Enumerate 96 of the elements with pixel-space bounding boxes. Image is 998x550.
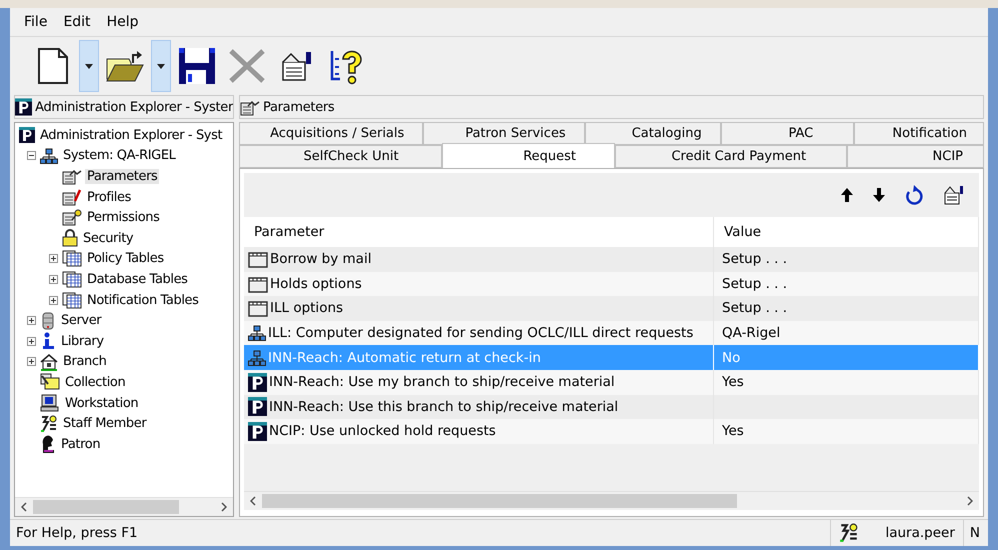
tab[interactable]: Credit Card Payment bbox=[615, 145, 848, 168]
table-icon bbox=[62, 270, 82, 288]
expander-icon[interactable] bbox=[49, 274, 58, 284]
expander-icon[interactable] bbox=[27, 357, 36, 366]
expander-icon[interactable] bbox=[49, 254, 58, 264]
tree-item[interactable]: Workstation bbox=[63, 396, 140, 411]
table-cell: INN-Reach: Use my branch to ship/receive material bbox=[269, 374, 615, 390]
pane-title: Parameters bbox=[263, 100, 334, 114]
expander-icon[interactable] bbox=[27, 336, 36, 346]
tree-item[interactable]: Staff Member bbox=[61, 416, 148, 432]
caret-icon bbox=[157, 64, 165, 68]
lock-icon bbox=[62, 229, 78, 248]
tree-item[interactable]: Server bbox=[59, 313, 104, 328]
tree-item[interactable]: Permissions bbox=[85, 210, 162, 226]
menu-item[interactable]: Edit bbox=[57, 12, 97, 32]
p-logo-icon bbox=[248, 372, 267, 392]
table-cell: Setup . . . bbox=[722, 251, 788, 268]
expander-icon[interactable] bbox=[49, 296, 58, 305]
table-cell: Holds options bbox=[270, 276, 362, 292]
p-logo-icon bbox=[248, 397, 267, 416]
tree-item[interactable]: Policy Tables bbox=[85, 251, 166, 266]
tree-item[interactable]: Database Tables bbox=[85, 272, 190, 287]
tree-item[interactable]: Library bbox=[59, 334, 106, 349]
tree-item[interactable]: Patron bbox=[59, 436, 102, 452]
p-logo-icon bbox=[248, 422, 267, 441]
tree-item[interactable]: Notification Tables bbox=[85, 292, 201, 308]
tab[interactable]: Cataloging bbox=[584, 122, 721, 145]
table-cell: NCIP: Use unlocked hold requests bbox=[269, 423, 496, 440]
p-logo-icon bbox=[19, 127, 35, 144]
table-cell: QA-Rigel bbox=[722, 325, 780, 342]
expander-icon[interactable] bbox=[27, 316, 36, 326]
tree-item[interactable]: Collection bbox=[63, 374, 128, 390]
tree-item[interactable]: Branch bbox=[61, 354, 108, 370]
table-cell: INN-Reach: Use this branch to ship/receive material bbox=[269, 398, 618, 415]
table-row[interactable]: NCIP: Use unlocked hold requests Yes bbox=[244, 419, 979, 444]
collection-icon bbox=[40, 373, 60, 392]
table-row[interactable]: INN-Reach: Use my branch to ship/receive material Yes bbox=[244, 370, 979, 395]
tree-item[interactable]: System: QA-RIGEL bbox=[61, 148, 178, 164]
table-cell: INN-Reach: Automatic return at check-in bbox=[268, 350, 541, 366]
patron-icon bbox=[40, 435, 56, 454]
table-cell: Setup . . . bbox=[722, 276, 788, 292]
staff-icon bbox=[839, 523, 860, 543]
properties-button[interactable] bbox=[943, 185, 965, 205]
tree-item[interactable]: Profiles bbox=[85, 190, 133, 205]
pane-title: Administration Explorer - Syster bbox=[35, 100, 233, 114]
user-name: laura.peer bbox=[884, 525, 955, 541]
horizontal-scrollbar[interactable] bbox=[15, 497, 233, 516]
computer-icon bbox=[40, 394, 60, 412]
table-icon bbox=[62, 250, 82, 268]
parameters-icon bbox=[62, 168, 82, 185]
permissions-icon bbox=[62, 209, 82, 226]
tab[interactable]: Acquisitions / Serials bbox=[239, 122, 424, 145]
refresh-button[interactable] bbox=[905, 185, 923, 205]
save-icon bbox=[178, 47, 216, 85]
tab[interactable]: Patron Services bbox=[423, 122, 585, 145]
status-text: N bbox=[962, 520, 988, 546]
tab[interactable]: Request bbox=[442, 143, 616, 168]
tree-item[interactable]: Security bbox=[81, 230, 136, 246]
server-icon bbox=[40, 312, 56, 330]
tab[interactable]: NCIP bbox=[847, 145, 984, 168]
network-icon bbox=[248, 350, 266, 366]
horizontal-scrollbar[interactable] bbox=[244, 491, 979, 510]
table-cell: Yes bbox=[722, 423, 744, 440]
dropdown-button[interactable] bbox=[80, 41, 98, 91]
table-cell: Borrow by mail bbox=[270, 251, 372, 268]
network-icon bbox=[248, 325, 266, 342]
p-logo-icon bbox=[15, 98, 32, 116]
caret-icon bbox=[85, 64, 93, 68]
menu-item[interactable]: Help bbox=[100, 12, 144, 32]
table-cell: Setup . . . bbox=[722, 300, 788, 316]
profile-icon bbox=[62, 188, 82, 206]
tree-item[interactable]: Administration Explorer - Syst bbox=[38, 128, 224, 143]
status-text: For Help, press F1 bbox=[15, 525, 139, 541]
expander-icon[interactable] bbox=[27, 151, 36, 160]
table-cell: No bbox=[722, 350, 740, 366]
table-cell: ILL options bbox=[270, 300, 344, 316]
table-row[interactable]: ILL: Computer designated for sending OCLC/ILL direct requests QA-Rigel bbox=[244, 320, 979, 346]
move-up-button[interactable] bbox=[841, 188, 853, 202]
tree-item[interactable]: Parameters bbox=[85, 168, 160, 184]
tab[interactable]: Notification bbox=[854, 122, 984, 145]
parameters-icon bbox=[240, 98, 260, 116]
table-row[interactable]: INN-Reach: Use this branch to ship/receive material bbox=[244, 394, 979, 420]
table-cell: ILL: Computer designated for sending OCLC/ILL direct requests bbox=[268, 325, 694, 342]
tab[interactable]: PAC bbox=[720, 122, 854, 145]
new-document-icon bbox=[37, 47, 69, 85]
menu-item[interactable]: File bbox=[18, 12, 54, 32]
tab[interactable]: SelfCheck Unit bbox=[239, 145, 442, 168]
network-icon bbox=[40, 148, 58, 164]
dropdown-button[interactable] bbox=[152, 41, 170, 91]
staff-icon bbox=[40, 414, 58, 433]
properties-icon bbox=[280, 50, 314, 82]
table-row[interactable]: Holds options Setup . . . bbox=[244, 272, 979, 296]
house-icon bbox=[40, 352, 58, 371]
table-cell: Yes bbox=[722, 374, 744, 390]
move-down-button[interactable] bbox=[873, 188, 885, 202]
table-icon bbox=[62, 292, 82, 309]
